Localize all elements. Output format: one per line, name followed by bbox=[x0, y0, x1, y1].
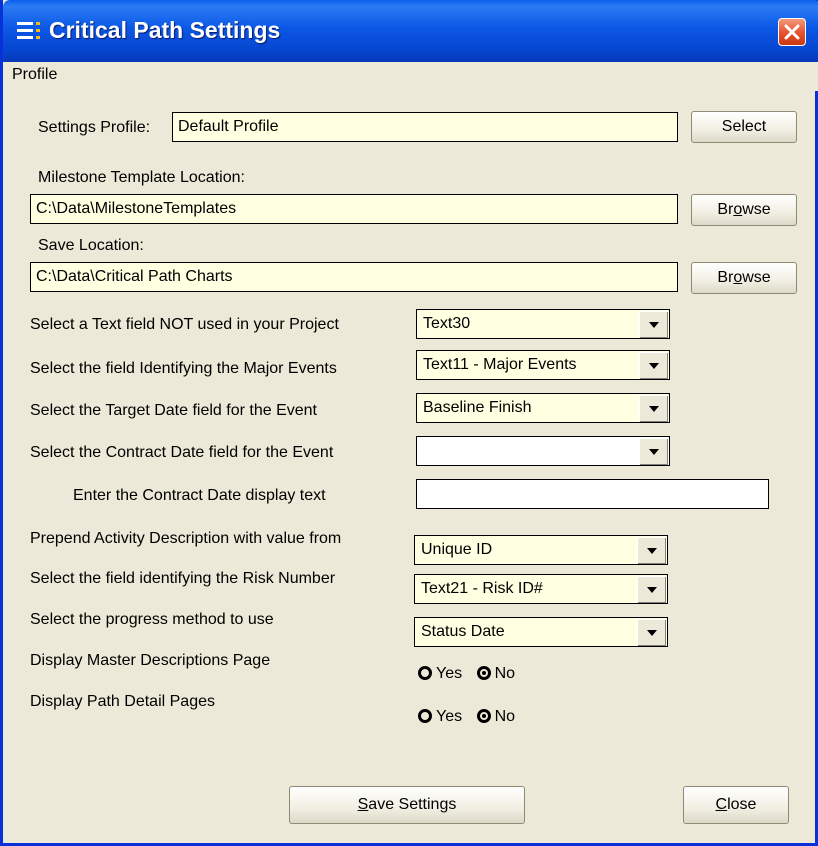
title-bar[interactable]: Critical Path Settings bbox=[3, 0, 818, 62]
browse-label-pre: Br bbox=[717, 201, 734, 218]
chevron-down-icon[interactable] bbox=[639, 395, 668, 422]
risk-number-label: Select the field identifying the Risk Nu… bbox=[30, 570, 336, 587]
browse-accesskey: o bbox=[733, 269, 743, 286]
radio-no[interactable] bbox=[476, 709, 491, 723]
app-menu-icon[interactable] bbox=[17, 22, 41, 42]
major-events-value: Text11 - Major Events bbox=[423, 356, 577, 373]
save-location-field[interactable]: C:\Data\Critical Path Charts bbox=[30, 262, 678, 292]
progress-method-select[interactable]: Status Date bbox=[414, 617, 668, 647]
save-location-label: Save Location: bbox=[38, 237, 144, 254]
settings-profile-field[interactable]: Default Profile bbox=[172, 112, 678, 142]
radio-yes[interactable] bbox=[418, 709, 432, 723]
radio-yes-label: Yes bbox=[436, 708, 463, 725]
close-label: lose bbox=[727, 796, 757, 813]
menu-bar: Profile bbox=[6, 62, 818, 91]
close-icon[interactable] bbox=[778, 18, 806, 46]
browse-milestone-button[interactable]: Browse bbox=[691, 194, 797, 226]
radio-yes[interactable] bbox=[418, 666, 432, 680]
save-label: ave Settings bbox=[368, 796, 457, 813]
major-events-label: Select the field Identifying the Major E… bbox=[30, 360, 337, 377]
settings-profile-label: Settings Profile: bbox=[38, 119, 151, 136]
contract-text-field[interactable] bbox=[416, 479, 769, 509]
contract-date-label: Select the Contract Date field for the E… bbox=[30, 444, 334, 461]
major-events-select[interactable]: Text11 - Major Events bbox=[416, 350, 670, 380]
prepend-value: Unique ID bbox=[421, 541, 493, 558]
path-detail-label: Display Path Detail Pages bbox=[30, 693, 215, 710]
contract-date-select[interactable] bbox=[416, 436, 670, 466]
save-accesskey: S bbox=[357, 796, 369, 813]
risk-number-select[interactable]: Text21 - Risk ID# bbox=[414, 574, 668, 604]
radio-no-label: No bbox=[494, 665, 516, 682]
risk-number-value: Text21 - Risk ID# bbox=[421, 580, 543, 597]
close-button[interactable]: Close bbox=[683, 786, 789, 824]
chevron-down-icon[interactable] bbox=[637, 576, 666, 603]
target-date-select[interactable]: Baseline Finish bbox=[416, 393, 670, 423]
browse-label-post: wse bbox=[742, 269, 771, 286]
browse-accesskey: o bbox=[733, 201, 743, 218]
chevron-down-icon[interactable] bbox=[639, 311, 668, 338]
browse-save-button[interactable]: Browse bbox=[691, 262, 797, 294]
target-date-label: Select the Target Date field for the Eve… bbox=[30, 402, 317, 419]
prepend-select[interactable]: Unique ID bbox=[414, 535, 668, 565]
window-title: Critical Path Settings bbox=[49, 17, 281, 43]
critical-path-settings-window: Critical Path Settings Profile Settings … bbox=[0, 0, 818, 846]
radio-no[interactable] bbox=[476, 666, 491, 680]
chevron-down-icon[interactable] bbox=[637, 619, 666, 646]
master-descriptions-radio-group: Yes No bbox=[418, 665, 525, 683]
text-field-label: Select a Text field NOT used in your Pro… bbox=[30, 316, 339, 333]
radio-yes-label: Yes bbox=[436, 665, 463, 682]
menu-profile[interactable]: Profile bbox=[12, 66, 57, 84]
path-detail-radio-group: Yes No bbox=[418, 708, 525, 726]
text-field-value: Text30 bbox=[423, 315, 471, 332]
master-descriptions-label: Display Master Descriptions Page bbox=[30, 652, 271, 669]
target-date-value: Baseline Finish bbox=[423, 399, 532, 416]
save-settings-button[interactable]: Save Settings bbox=[289, 786, 525, 824]
chevron-down-icon[interactable] bbox=[637, 537, 666, 564]
progress-method-value: Status Date bbox=[421, 623, 505, 640]
progress-method-label: Select the progress method to use bbox=[30, 611, 274, 628]
milestone-template-label: Milestone Template Location: bbox=[38, 169, 245, 186]
select-button[interactable]: Select bbox=[691, 111, 797, 143]
milestone-template-field[interactable]: C:\Data\MilestoneTemplates bbox=[30, 194, 678, 224]
text-field-select[interactable]: Text30 bbox=[416, 309, 670, 339]
chevron-down-icon[interactable] bbox=[639, 438, 668, 465]
browse-label-pre: Br bbox=[717, 269, 734, 286]
prepend-label: Prepend Activity Description with value … bbox=[30, 530, 342, 547]
radio-no-label: No bbox=[494, 708, 516, 725]
contract-text-label: Enter the Contract Date display text bbox=[73, 487, 326, 504]
close-accesskey: C bbox=[715, 796, 728, 813]
chevron-down-icon[interactable] bbox=[639, 352, 668, 379]
browse-label-post: wse bbox=[742, 201, 771, 218]
